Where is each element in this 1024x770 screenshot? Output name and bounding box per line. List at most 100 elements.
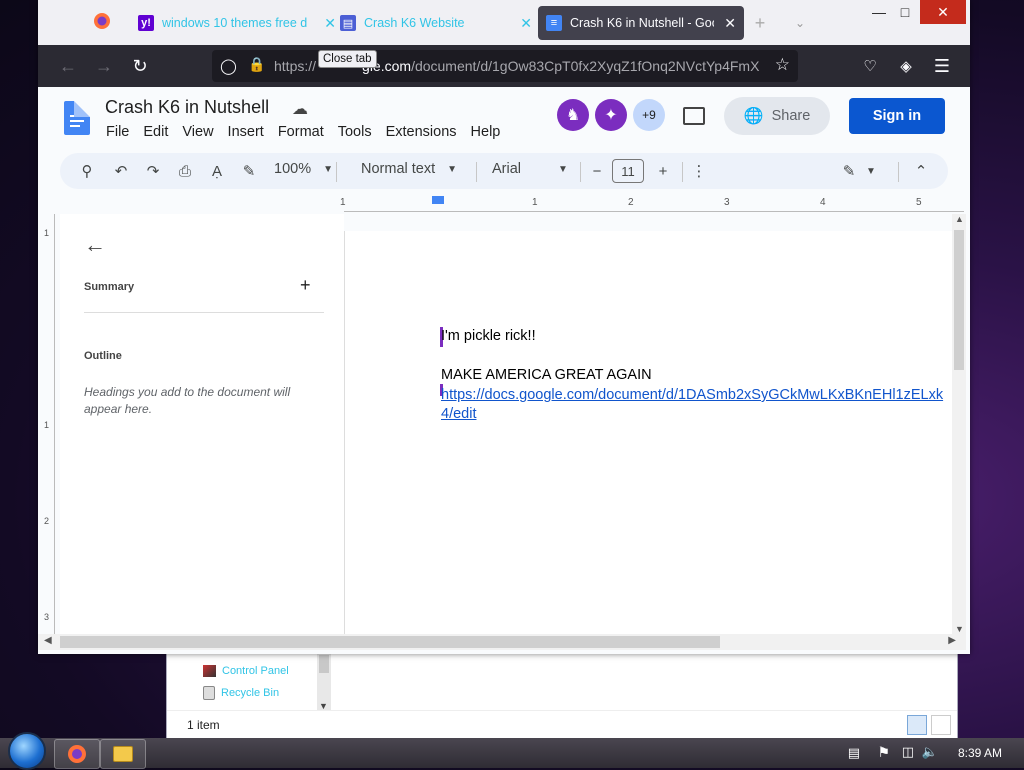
chevron-left-icon[interactable]: ◀ xyxy=(44,635,52,646)
increase-font-size-icon[interactable]: + xyxy=(652,160,674,182)
network-icon[interactable]: ◫ xyxy=(902,744,914,760)
tab-crash-k6-nutshell[interactable]: ≡ Crash K6 in Nutshell - Goog ✕ xyxy=(538,6,744,40)
paint-format-icon[interactable]: ✎ xyxy=(238,160,260,182)
add-summary-icon[interactable]: + xyxy=(300,275,311,296)
undo-icon[interactable]: ↶ xyxy=(110,160,132,182)
redo-icon[interactable]: ↷ xyxy=(142,160,164,182)
menu-file[interactable]: File xyxy=(106,124,129,140)
editing-mode-icon[interactable]: ✎ xyxy=(838,160,860,182)
details-view-icon[interactable] xyxy=(907,715,927,735)
explorer-item-control-panel[interactable]: Control Panel xyxy=(203,665,289,677)
anonymous-animal-avatar-icon[interactable]: ♞ xyxy=(557,99,589,131)
hide-menus-icon[interactable]: ⌃ xyxy=(910,160,932,182)
share-button[interactable]: 🌐 Share xyxy=(724,97,830,135)
close-window-icon[interactable]: ✕ xyxy=(920,0,966,24)
vertical-scrollbar[interactable]: ▲ ▼ xyxy=(952,214,966,634)
menu-extensions[interactable]: Extensions xyxy=(386,124,457,140)
document-page[interactable]: I'm pickle rick!! MAKE AMERICA GREAT AGA… xyxy=(344,231,953,641)
doc-line-2[interactable]: MAKE AMERICA GREAT AGAIN xyxy=(441,367,652,383)
item-count: 1 item xyxy=(187,718,220,732)
chevron-right-icon[interactable]: ▶ xyxy=(948,635,956,646)
doc-link-line-1[interactable]: https://docs.google.com/document/d/1DASm… xyxy=(441,386,961,405)
more-viewers-count[interactable]: +9 xyxy=(633,99,665,131)
ruler-tick: 1 xyxy=(532,197,538,208)
list-all-tabs-icon[interactable]: ⌄ xyxy=(788,11,812,35)
doc-line-1[interactable]: I'm pickle rick!! xyxy=(441,328,536,344)
taskbar-explorer[interactable] xyxy=(100,739,146,769)
doc-link-line-2[interactable]: 4/edit xyxy=(441,405,961,424)
search-menus-icon[interactable]: ⚲ xyxy=(76,160,98,182)
ruler-tick: 3 xyxy=(44,612,50,622)
extensions-icon[interactable]: ◈ xyxy=(894,54,918,78)
zoom-select[interactable]: 100% ▼ xyxy=(274,161,333,177)
sites-icon: ▤ xyxy=(340,15,356,31)
doc-link[interactable]: https://docs.google.com/document/d/1DASm… xyxy=(441,386,961,424)
notification-icon[interactable]: ▤ xyxy=(848,745,860,761)
menu-help[interactable]: Help xyxy=(471,124,501,140)
document-outline-sidebar: ← Summary + Outline Headings you add to … xyxy=(60,214,344,634)
menu-icon[interactable]: ☰ xyxy=(930,54,954,78)
taskbar-firefox[interactable] xyxy=(54,739,100,769)
close-tab-icon[interactable]: ✕ xyxy=(324,15,336,32)
summary-label: Summary xyxy=(84,281,135,293)
print-icon[interactable]: ⎙ xyxy=(174,160,196,182)
google-docs-logo-icon[interactable] xyxy=(64,101,90,135)
google-docs-icon: ≡ xyxy=(546,15,562,31)
url-bar[interactable]: ◯ 🔒 https://gle.com/document/d/1gOw83CpT… xyxy=(212,50,798,82)
caret-down-icon[interactable]: ▼ xyxy=(860,160,882,182)
tab-bar: y! windows 10 themes free d ✕ ▤ Crash K6… xyxy=(38,0,970,45)
chevron-down-icon[interactable]: ▼ xyxy=(955,624,964,634)
chevron-up-icon[interactable]: ▲ xyxy=(955,214,964,224)
menu-format[interactable]: Format xyxy=(278,124,324,140)
more-options-icon[interactable]: ⋮ xyxy=(688,160,710,182)
new-tab-icon[interactable]: + xyxy=(748,11,772,35)
forward-icon[interactable]: → xyxy=(92,54,116,78)
reload-icon[interactable]: ↻ xyxy=(128,54,152,78)
folder-icon xyxy=(113,746,133,762)
paragraph-style-select[interactable]: Normal text ▼ xyxy=(361,161,457,177)
vertical-ruler[interactable]: 1 1 2 3 xyxy=(38,214,60,634)
horizontal-ruler[interactable]: 1 1 2 3 4 5 xyxy=(340,196,964,215)
vertical-scroll-thumb[interactable] xyxy=(954,230,964,370)
explorer-item-recycle-bin[interactable]: Recycle Bin xyxy=(203,686,279,700)
menu-view[interactable]: View xyxy=(182,124,213,140)
bookmark-star-icon[interactable]: ☆ xyxy=(775,55,790,75)
close-tab-icon[interactable]: ✕ xyxy=(520,15,532,32)
cloud-saved-icon[interactable]: ☁ xyxy=(292,99,308,119)
close-tab-icon[interactable]: ✕ xyxy=(724,15,736,32)
anonymous-bird-avatar-icon[interactable]: ✦ xyxy=(595,99,627,131)
font-family-select[interactable]: Arial ▼ xyxy=(492,161,568,177)
pocket-icon[interactable]: ♡ xyxy=(858,54,882,78)
clock[interactable]: 8:39 AM xyxy=(958,746,1002,760)
explorer-scroll-thumb[interactable] xyxy=(319,655,329,673)
action-center-flag-icon[interactable]: ⚑ xyxy=(877,744,890,761)
zoom-value: 100% xyxy=(274,161,312,177)
tab-crash-k6-website[interactable]: ▤ Crash K6 Website ✕ xyxy=(340,6,532,40)
back-icon[interactable]: ← xyxy=(56,54,80,78)
spellcheck-icon[interactable]: Ạ xyxy=(206,160,228,182)
view-buttons xyxy=(907,715,951,735)
document-title[interactable]: Crash K6 in Nutshell xyxy=(105,97,269,118)
shield-icon[interactable]: ◯ xyxy=(220,57,237,75)
tab-yahoo[interactable]: y! windows 10 themes free d ✕ xyxy=(138,6,336,40)
start-button-icon[interactable] xyxy=(8,732,46,770)
decrease-font-size-icon[interactable]: − xyxy=(586,160,608,182)
back-arrow-icon[interactable]: ← xyxy=(84,232,106,258)
ruler-tick: 5 xyxy=(916,197,922,208)
horizontal-scroll-thumb[interactable] xyxy=(60,636,720,648)
sign-in-button[interactable]: Sign in xyxy=(849,98,945,134)
firefox-icon[interactable] xyxy=(91,10,113,32)
font-size-input[interactable]: 11 xyxy=(612,159,644,183)
indent-marker-icon[interactable] xyxy=(432,196,444,204)
ruler-tick: 4 xyxy=(820,197,826,208)
large-icons-view-icon[interactable] xyxy=(931,715,951,735)
horizontal-scrollbar[interactable]: ◀ ▶ xyxy=(38,634,966,650)
outline-hint: Headings you add to the document will ap… xyxy=(84,385,291,416)
comment-history-icon[interactable] xyxy=(683,107,705,125)
volume-muted-icon[interactable]: 🔈 xyxy=(922,744,938,760)
lock-icon[interactable]: 🔒 xyxy=(248,56,265,73)
menu-tools[interactable]: Tools xyxy=(338,124,372,140)
menu-edit[interactable]: Edit xyxy=(143,124,168,140)
url-prefix: https:// xyxy=(274,58,317,74)
menu-insert[interactable]: Insert xyxy=(228,124,264,140)
